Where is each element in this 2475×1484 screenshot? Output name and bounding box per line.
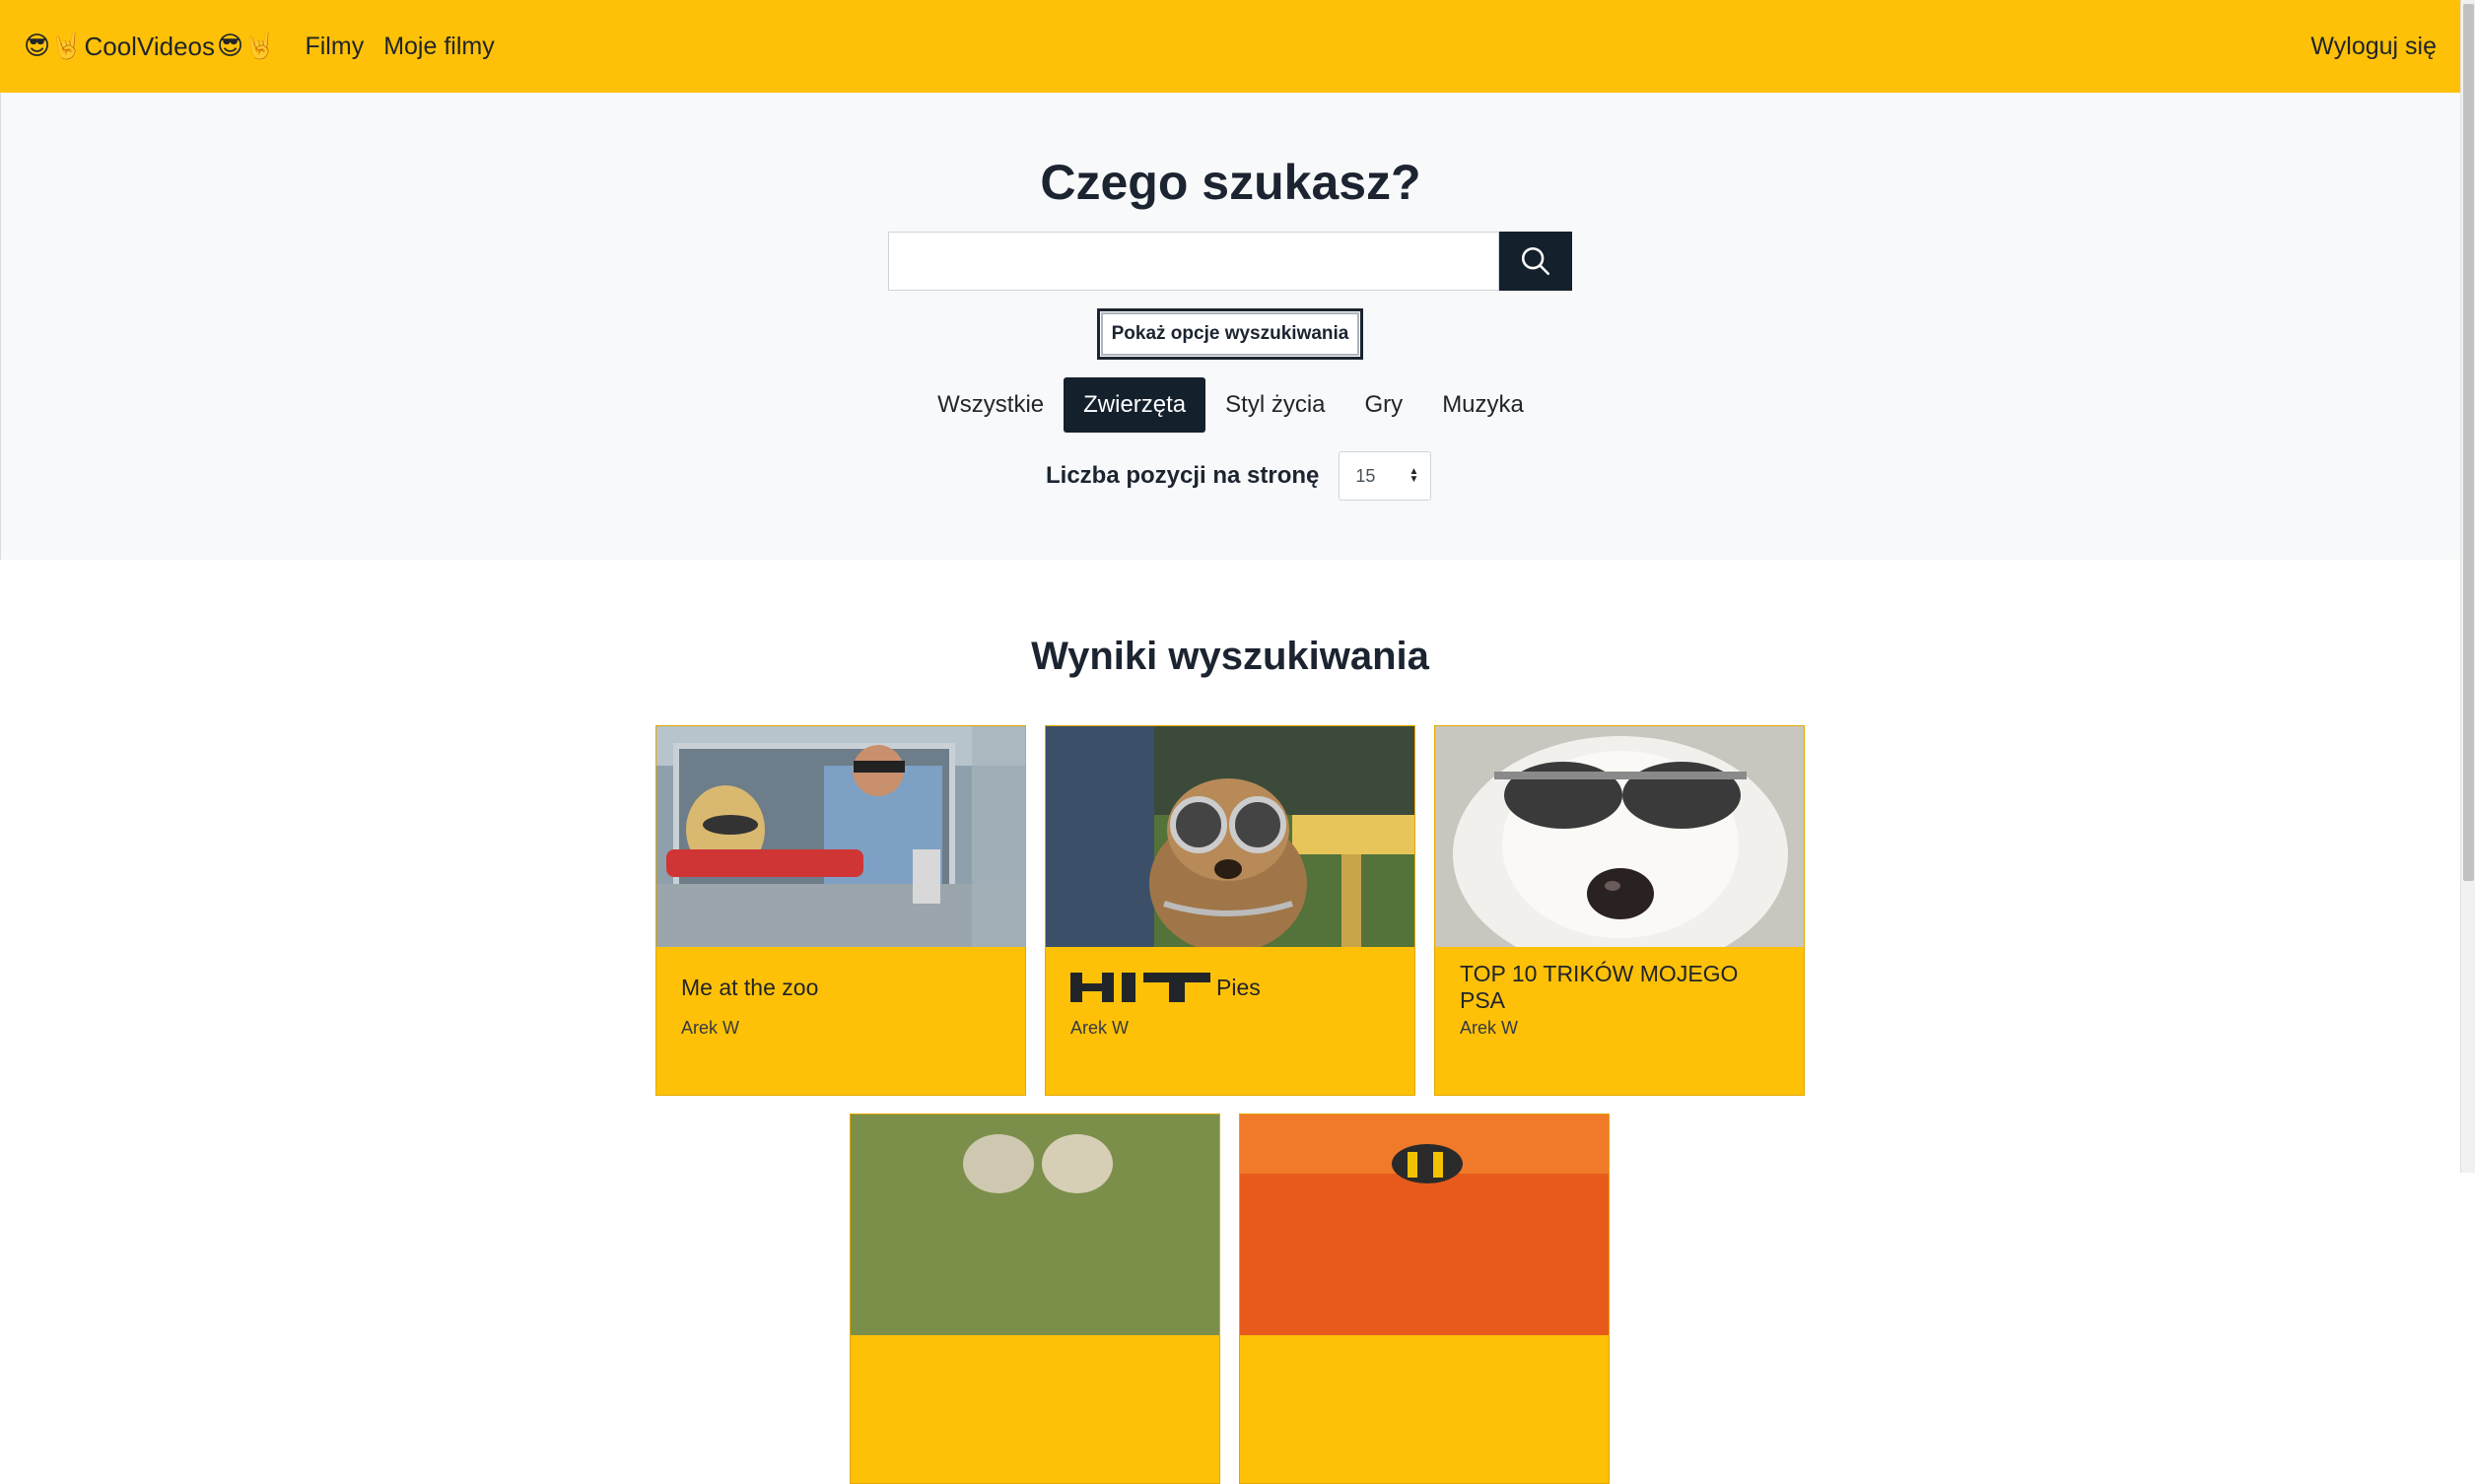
category-wszystkie[interactable]: Wszystkie	[918, 377, 1064, 433]
category-gry[interactable]: Gry	[1345, 377, 1423, 433]
video-card[interactable]	[1239, 1113, 1610, 1484]
scrollbar-thumb[interactable]	[2463, 4, 2474, 881]
video-thumbnail	[851, 1114, 1219, 1335]
per-page-control: Liczba pozycji na stronę 15 ▲ ▼	[1046, 451, 1432, 501]
search-input[interactable]	[888, 232, 1499, 291]
show-search-options-button[interactable]: Pokaż opcje wyszukiwania	[1097, 308, 1363, 360]
hit-badge-icon	[1070, 973, 1210, 1002]
sunglasses-rock-emoji-left: 😎🤘	[24, 32, 83, 61]
results-title: Wyniki wyszukiwania	[1031, 635, 1429, 678]
video-card[interactable]: Me at the zoo Arek W	[655, 725, 1026, 1096]
video-title: Pies	[1216, 974, 1261, 1000]
category-styl-zycia[interactable]: Styl życia	[1205, 377, 1344, 433]
nav-link-filmy[interactable]: Filmy	[305, 33, 364, 61]
select-arrows-icon: ▲ ▼	[1409, 466, 1419, 485]
per-page-select[interactable]: 15 ▲ ▼	[1339, 451, 1432, 501]
category-filter: Wszystkie Zwierzęta Styl życia Gry Muzyk…	[1, 377, 2460, 433]
video-thumbnail	[1046, 726, 1414, 947]
video-title: Me at the zoo	[681, 974, 819, 1000]
logout-link[interactable]: Wyloguj się	[2310, 33, 2437, 61]
video-card[interactable]: TOP 10 TRIKÓW MOJEGO PSA Arek W	[1434, 725, 1805, 1096]
video-card[interactable]	[850, 1113, 1220, 1484]
top-navbar: 😎🤘 CoolVideos 😎🤘 Filmy Moje filmy Wylogu…	[0, 0, 2460, 93]
video-thumbnail	[1240, 1114, 1609, 1335]
video-thumbnail	[656, 726, 1025, 947]
video-title-row: Pies	[1070, 973, 1390, 1002]
brand-logo[interactable]: 😎🤘 CoolVideos 😎🤘	[24, 32, 275, 62]
sunglasses-rock-emoji-right: 😎🤘	[217, 32, 276, 61]
per-page-label: Liczba pozycji na stronę	[1046, 462, 1320, 489]
search-section: Czego szukasz? Pokaż opcje wyszukiwania …	[0, 93, 2460, 560]
video-thumbnail	[1435, 726, 1804, 947]
nav-link-moje-filmy[interactable]: Moje filmy	[383, 33, 495, 61]
search-icon	[1521, 246, 1550, 276]
per-page-value: 15	[1355, 465, 1376, 486]
video-author: Arek W	[681, 1018, 740, 1038]
video-title: TOP 10 TRIKÓW MOJEGO PSA	[1460, 961, 1739, 1013]
video-author: Arek W	[1460, 1018, 1519, 1038]
search-bar	[888, 232, 1572, 291]
search-button[interactable]	[1499, 232, 1572, 291]
video-author: Arek W	[1070, 1018, 1130, 1038]
video-card[interactable]: Pies Arek W	[1045, 725, 1415, 1096]
page-scrollbar[interactable]	[2460, 0, 2475, 1173]
search-title: Czego szukasz?	[1040, 155, 1421, 210]
category-zwierzeta[interactable]: Zwierzęta	[1064, 377, 1206, 433]
brand-text: CoolVideos	[84, 31, 215, 61]
category-muzyka[interactable]: Muzyka	[1422, 377, 1544, 433]
